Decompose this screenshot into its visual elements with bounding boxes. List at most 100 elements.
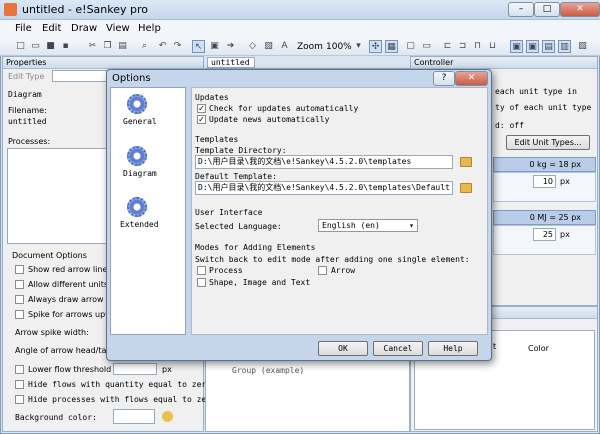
default-template-input[interactable]: D:\用户目录\我的文档\e!Sankey\4.5.2.0\templates\… — [195, 181, 453, 195]
scale2-input[interactable]: 25 — [533, 228, 556, 241]
edit-unit-types-button[interactable]: Edit Unit Types... — [506, 135, 590, 150]
align-left-icon[interactable]: ⊏ — [441, 40, 454, 53]
template-dir-label: Template Directory: — [195, 146, 287, 155]
hide-flows-label: Hide flows with quantity equal to zero — [28, 380, 212, 389]
save-as-icon[interactable]: ▪ — [59, 40, 72, 53]
dialog-close-button[interactable]: ✕ — [455, 71, 488, 86]
align-center-icon[interactable]: ⊐ — [456, 40, 469, 53]
open-icon[interactable]: ▭ — [29, 40, 42, 53]
lower-flow-checkbox[interactable] — [15, 365, 24, 374]
edit-type-label: Edit Type — [8, 72, 45, 81]
processes-list[interactable] — [7, 148, 107, 244]
controller-line2: ty of each unit type — [495, 103, 592, 112]
tab-untitled[interactable]: untitled — [207, 57, 255, 68]
grid-icon[interactable]: ✣ — [369, 40, 382, 53]
new-icon[interactable]: □ — [14, 40, 27, 53]
zoom-dropdown-icon[interactable]: ▾ — [352, 40, 365, 53]
option-label-1: Allow different units — [28, 280, 109, 289]
arrow-spike-width-label: Arrow spike width: — [15, 328, 89, 337]
zoom-fit-icon[interactable]: ▢ — [404, 40, 417, 53]
view-properties-icon[interactable]: ▣ — [510, 40, 523, 53]
window-title: untitled - e!Sankey pro — [22, 3, 149, 16]
option-checkbox-1[interactable] — [15, 280, 24, 289]
redo-icon[interactable]: ↷ — [171, 40, 184, 53]
option-checkbox-2[interactable] — [15, 295, 24, 304]
shape-tool-icon[interactable]: ◇ — [246, 40, 259, 53]
cancel-button[interactable]: Cancel — [373, 341, 423, 356]
language-label: Selected Language: — [195, 222, 282, 231]
paste-icon[interactable]: ▤ — [116, 40, 129, 53]
folder-icon[interactable] — [460, 183, 472, 193]
scale2-unit: px — [560, 230, 570, 239]
process-tool-icon[interactable]: ▣ — [208, 40, 221, 53]
option-label-0: Show red arrow lines — [28, 265, 112, 274]
check-updates-label: Check for updates automatically — [209, 104, 359, 113]
find-icon[interactable]: ⌕ — [138, 40, 151, 53]
option-checkbox-3[interactable] — [15, 310, 24, 319]
minimize-button[interactable]: – — [508, 2, 534, 17]
language-select[interactable]: English (en) ▾ — [318, 219, 418, 232]
menu-edit[interactable]: Edit — [42, 23, 61, 34]
mode-arrow-checkbox[interactable] — [318, 266, 327, 275]
color-picker-icon[interactable] — [162, 411, 173, 422]
check-updates-checkbox[interactable]: ✓ — [197, 104, 206, 113]
column-color: Color — [528, 344, 549, 353]
menu-view[interactable]: View — [106, 23, 130, 34]
properties-header: Properties — [3, 57, 203, 69]
distribute-icon[interactable]: ⊔ — [486, 40, 499, 53]
nav-general[interactable]: General — [123, 117, 157, 126]
text-tool-icon[interactable]: A — [278, 40, 291, 53]
gear-icon[interactable] — [127, 146, 147, 166]
gear-icon[interactable] — [127, 197, 147, 217]
cut-icon[interactable]: ✂ — [86, 40, 99, 53]
group-example-label: Group (example) — [232, 366, 305, 375]
help-button[interactable]: Help — [428, 341, 478, 356]
updates-heading: Updates — [195, 93, 229, 102]
zoom-value[interactable]: 100% — [326, 42, 352, 52]
option-checkbox-0[interactable] — [15, 265, 24, 274]
mode-process-checkbox[interactable] — [197, 266, 206, 275]
ui-heading: User Interface — [195, 208, 263, 217]
hide-flows-checkbox[interactable] — [15, 380, 24, 389]
menu-file[interactable]: File — [15, 23, 32, 34]
align-right-icon[interactable]: ⊓ — [471, 40, 484, 53]
save-icon[interactable]: ■ — [44, 40, 57, 53]
template-dir-input[interactable]: D:\用户目录\我的文档\e!Sankey\4.5.2.0\templates — [195, 155, 453, 169]
lower-flow-input[interactable] — [113, 363, 157, 375]
modes-heading: Modes for Adding Elements — [195, 243, 316, 252]
dialog-help-button[interactable]: ? — [433, 71, 455, 86]
folder-icon[interactable] — [460, 157, 472, 167]
gear-icon[interactable] — [127, 94, 147, 114]
arrow-tool-icon[interactable]: ➔ — [224, 40, 237, 53]
copy-icon[interactable]: ❐ — [101, 40, 114, 53]
column-t: t — [493, 342, 497, 351]
update-news-checkbox[interactable]: ✓ — [197, 115, 206, 124]
menu-draw[interactable]: Draw — [71, 23, 97, 34]
controller-header: Controller — [411, 57, 597, 69]
pointer-icon[interactable]: ↖ — [192, 40, 205, 53]
ok-button[interactable]: OK — [318, 341, 368, 356]
maximize-button[interactable]: □ — [534, 2, 560, 17]
nav-diagram[interactable]: Diagram — [123, 169, 157, 178]
mode-shape-checkbox[interactable] — [197, 278, 206, 287]
scale2-header[interactable]: 0 MJ = 25 px — [493, 210, 596, 225]
templates-heading: Templates — [195, 135, 239, 144]
snap-icon[interactable]: ▦ — [385, 40, 398, 53]
image-tool-icon[interactable]: ▧ — [262, 40, 275, 53]
type-value: Diagram — [8, 90, 42, 99]
nav-extended[interactable]: Extended — [120, 220, 159, 229]
edit-type-field[interactable] — [52, 70, 112, 82]
background-color-swatch[interactable] — [113, 409, 155, 424]
hide-processes-checkbox[interactable] — [15, 395, 24, 404]
view-extra-icon[interactable]: ▧ — [576, 40, 589, 53]
scale1-input[interactable]: 10 — [533, 175, 556, 188]
scale1-header[interactable]: 0 kg = 18 px — [493, 157, 596, 172]
view-list-icon[interactable]: ▤ — [542, 40, 555, 53]
view-controller-icon[interactable]: ▣ — [526, 40, 539, 53]
menu-help[interactable]: Help — [138, 23, 161, 34]
undo-icon[interactable]: ↶ — [156, 40, 169, 53]
view-output-icon[interactable]: ▥ — [558, 40, 571, 53]
zoom-width-icon[interactable]: ▭ — [420, 40, 433, 53]
filename-label: Filename: — [8, 106, 47, 115]
close-button[interactable]: ✕ — [560, 2, 600, 17]
